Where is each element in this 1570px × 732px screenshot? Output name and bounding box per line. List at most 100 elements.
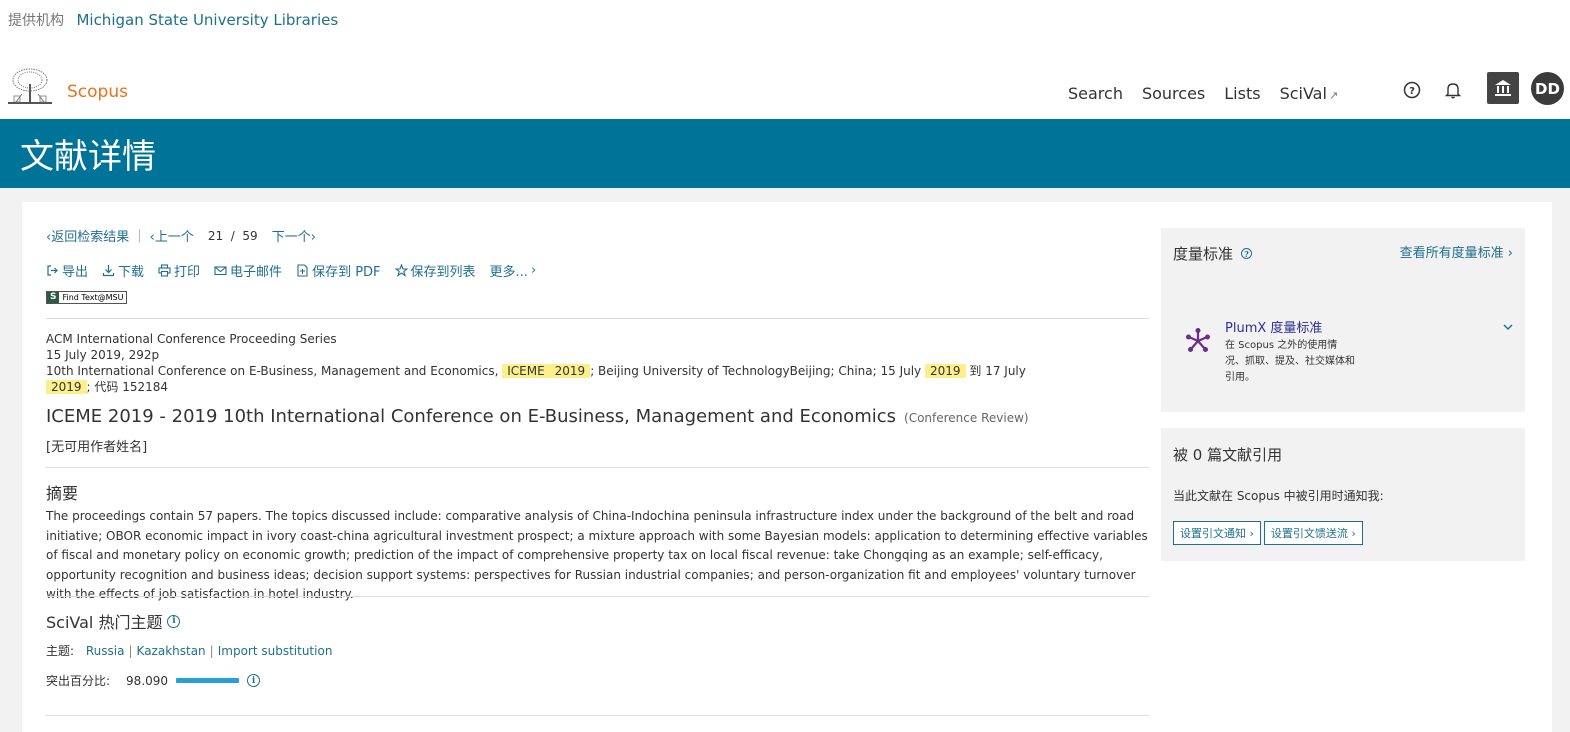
info-icon[interactable]: i	[167, 614, 181, 628]
percentile-label: 突出百分比:	[46, 674, 111, 688]
save-pdf-action[interactable]: 保存到 PDF	[296, 261, 381, 280]
save-list-action[interactable]: 保存到列表	[394, 261, 476, 280]
find-text-button[interactable]: S Find Text@MSU	[46, 291, 128, 304]
conference-code-line: 2019; 代码 152184	[46, 379, 1026, 395]
previous-label: 上一个	[154, 230, 194, 245]
scival-heading-text: SciVal 热门主题	[46, 613, 163, 632]
result-current: 21	[207, 228, 224, 243]
abstract-text: The proceedings contain 57 papers. The t…	[46, 509, 1148, 601]
download-label: 下载	[118, 265, 145, 280]
scopus-brand[interactable]: Scopus	[67, 82, 128, 102]
external-link-icon: ↗	[1328, 89, 1339, 102]
more-label: 更多...	[489, 265, 528, 280]
topic-link[interactable]: Russia	[86, 644, 125, 658]
back-to-results-link[interactable]: ‹返回检索结果	[46, 226, 129, 245]
institution-bar: 提供机构 Michigan State University Libraries	[8, 10, 338, 30]
institution-link[interactable]: Michigan State University Libraries	[76, 11, 338, 29]
divider	[46, 467, 1149, 468]
plumx-description: 在 Scopus 之外的使用情况、抓取、提及、社交媒体和引用。	[1225, 340, 1355, 383]
pdf-icon	[297, 264, 308, 277]
document-title: ICEME 2019 - 2019 10th International Con…	[46, 406, 1029, 427]
result-total: 59	[242, 228, 258, 243]
metrics-panel: 度量标准 ? 查看所有度量标准 › PlumX 度量标准 在 Scopus 之外…	[1161, 228, 1525, 412]
topic-link[interactable]: Import substitution	[218, 644, 333, 658]
site-header: Scopus Search Sources Lists SciVal ↗ ? DD	[0, 62, 1570, 119]
conference-name: 10th International Conference on E-Busin…	[46, 364, 499, 378]
main-nav: Search Sources Lists SciVal ↗	[1068, 84, 1338, 103]
set-citation-alert-button[interactable]: 设置引文通知 ›	[1173, 521, 1261, 545]
print-action[interactable]: 打印	[158, 261, 200, 280]
export-action[interactable]: 导出	[46, 261, 88, 280]
conference-code: ; 代码 152184	[86, 380, 169, 394]
find-text-badge-icon: S	[47, 292, 60, 303]
document-actions: 导出 下载 打印 电子邮件 保存到 PDF 保存到列表 更多... ›	[46, 261, 536, 280]
save-pdf-label: 保存到 PDF	[312, 265, 381, 280]
view-all-metrics-label: 查看所有度量标准	[1399, 246, 1504, 261]
svg-text:?: ?	[1409, 86, 1415, 97]
star-icon	[394, 264, 408, 277]
download-action[interactable]: 下载	[102, 261, 144, 280]
info-icon[interactable]: i	[247, 674, 261, 687]
topic-link[interactable]: Kazakhstan	[137, 644, 206, 658]
divider	[46, 715, 1149, 716]
next-label: 下一个	[271, 230, 311, 245]
bell-icon[interactable]	[1443, 80, 1463, 100]
highlight-term: ICEME	[502, 364, 550, 378]
highlight-term: 2019	[925, 364, 966, 378]
divider	[46, 318, 1149, 319]
previous-link[interactable]: ‹上一个	[150, 226, 194, 245]
elsevier-logo-icon[interactable]	[8, 66, 52, 106]
percentile-bar	[176, 678, 240, 683]
chevron-right-icon: ›	[530, 263, 537, 278]
nav-lists[interactable]: Lists	[1224, 84, 1260, 103]
conference-info: 10th International Conference on E-Busin…	[46, 363, 1026, 379]
topic-separator: |	[128, 644, 133, 658]
nav-scival-label: SciVal	[1279, 84, 1327, 103]
view-all-metrics-link[interactable]: 查看所有度量标准 ›	[1400, 242, 1513, 261]
plumx-icon	[1186, 328, 1210, 352]
topic-label: 主题:	[46, 644, 75, 658]
abstract-heading: 摘要	[46, 484, 79, 503]
authors: [无可用作者姓名]	[46, 440, 148, 455]
document-type: (Conference Review)	[904, 411, 1029, 425]
document-navigation: ‹返回检索结果 | ‹上一个 21 / 59 下一个›	[46, 226, 316, 245]
export-label: 导出	[62, 265, 89, 280]
next-link[interactable]: 下一个›	[272, 226, 316, 245]
cited-by-note: 当此文献在 Scopus 中被引用时通知我:	[1173, 489, 1384, 503]
set-citation-alert-label: 设置引文通知	[1180, 527, 1246, 540]
page-title-band: 文献详情	[0, 119, 1570, 188]
export-icon	[47, 265, 58, 276]
set-citation-feed-button[interactable]: 设置引文馈送流 ›	[1263, 521, 1363, 545]
series-name: ACM International Conference Proceeding …	[46, 332, 337, 346]
chevron-down-icon[interactable]	[1503, 320, 1513, 334]
email-action[interactable]: 电子邮件	[214, 261, 282, 280]
institution-label: 提供机构	[8, 13, 64, 29]
email-icon	[214, 266, 227, 276]
scival-heading: SciVal 热门主题 i	[46, 609, 181, 633]
download-icon	[102, 265, 115, 277]
print-label: 打印	[174, 265, 201, 280]
cited-by-title: 被 0 篇文献引用	[1173, 446, 1283, 464]
document-metadata: ACM International Conference Proceeding …	[46, 331, 1026, 395]
plumx-title[interactable]: PlumX 度量标准	[1225, 317, 1322, 336]
metrics-title-text: 度量标准	[1173, 245, 1234, 263]
help-icon[interactable]: ?	[1241, 248, 1253, 259]
help-icon[interactable]: ?	[1402, 80, 1422, 100]
more-action[interactable]: 更多... ›	[490, 261, 537, 280]
conference-end: 到 17 July	[969, 364, 1026, 378]
divider	[46, 596, 1149, 597]
set-citation-feed-label: 设置引文馈送流	[1270, 527, 1348, 540]
find-text-label: Find Text@MSU	[62, 293, 124, 302]
print-icon	[158, 264, 171, 277]
nav-search[interactable]: Search	[1068, 84, 1123, 103]
result-counter: 21 / 59	[207, 228, 258, 243]
user-avatar[interactable]: DD	[1531, 72, 1564, 105]
nav-scival[interactable]: SciVal ↗	[1280, 84, 1339, 103]
back-to-results-label: 返回检索结果	[51, 230, 130, 245]
date-pages: 15 July 2019, 292p	[46, 348, 160, 362]
email-label: 电子邮件	[230, 265, 283, 280]
institution-icon[interactable]	[1487, 72, 1519, 104]
percentile-value: 98.090	[126, 673, 169, 688]
metrics-title: 度量标准 ?	[1173, 243, 1253, 264]
nav-sources[interactable]: Sources	[1142, 84, 1205, 103]
